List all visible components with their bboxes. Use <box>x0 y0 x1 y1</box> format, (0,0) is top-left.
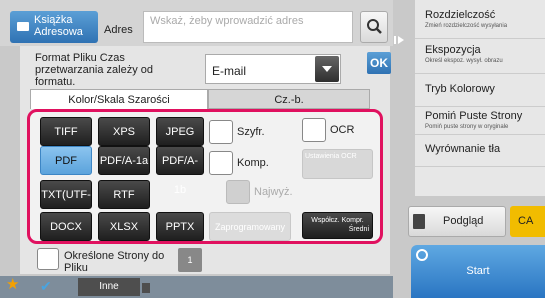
star-icon[interactable]: ★ <box>6 276 24 294</box>
ocr-label: OCR <box>330 124 355 136</box>
encrypt-checkbox[interactable] <box>209 120 233 144</box>
address-book-label: Książka Adresowa <box>34 14 83 38</box>
compression-ratio-button[interactable]: Współcz. Kompr. Średni <box>302 212 373 239</box>
format-pdfa1a-button[interactable]: PDF/A-1a <box>98 146 150 175</box>
address-book-icon <box>17 22 29 31</box>
ocr-settings-button[interactable]: Ustawienia OCR <box>302 149 373 179</box>
format-xlsx-button[interactable]: XLSX <box>98 212 150 241</box>
right-panel-item-resolution[interactable]: Rozdzielczość Zmień rozdzielczość wysyła… <box>425 9 545 30</box>
specified-pages-value[interactable]: 1 <box>178 248 202 272</box>
format-pptx-button[interactable]: PPTX <box>156 212 204 241</box>
format-docx-button[interactable]: DOCX <box>40 212 92 241</box>
highest-checkbox[interactable] <box>226 180 250 204</box>
format-xps-button[interactable]: XPS <box>98 117 150 146</box>
encrypt-label: Szyfr. <box>237 126 265 138</box>
file-format-value: E-mail <box>212 64 247 78</box>
format-tiff-button[interactable]: TIFF <box>40 117 92 146</box>
search-icon <box>367 19 382 34</box>
resolution-subtitle: Zmień rozdzielczość wysyłania <box>425 23 508 29</box>
check-icon[interactable]: ✔ <box>40 276 60 296</box>
preview-icon <box>413 214 425 229</box>
tab-black-white[interactable]: Cz.-b. <box>208 89 370 109</box>
compress-label: Komp. <box>237 157 269 169</box>
other-button[interactable]: Inne <box>78 278 140 296</box>
color-mode-title: Tryb Kolorowy <box>425 83 495 95</box>
resolution-title: Rozdzielczość <box>425 9 496 21</box>
separator-block <box>142 283 150 293</box>
skip-blank-title: Pomiń Puste Strony <box>425 110 523 122</box>
specified-pages-label: Określone Strony do Pliku <box>64 250 165 274</box>
collapse-panel-icon[interactable] <box>394 34 406 46</box>
divider <box>415 106 545 107</box>
address-input[interactable]: Wskaż, żeby wprowadzić adres <box>143 11 353 43</box>
format-pdfa1b-button[interactable]: PDF/A-1b <box>156 146 204 196</box>
format-txt-button[interactable]: TXT(UTF-8) <box>40 180 92 230</box>
format-jpeg-button[interactable]: JPEG <box>156 117 204 146</box>
ok-button[interactable]: OK <box>367 52 391 74</box>
compress-checkbox[interactable] <box>209 151 233 175</box>
chevron-down-icon[interactable] <box>315 56 339 82</box>
start-icon <box>416 249 428 261</box>
start-button[interactable]: Start <box>411 245 545 298</box>
format-pdf-button[interactable]: PDF <box>40 146 92 175</box>
right-panel-item-background[interactable]: Wyrównanie tła <box>425 143 545 156</box>
background-title: Wyrównanie tła <box>425 143 501 155</box>
address-book-button[interactable]: Książka Adresowa <box>10 11 98 43</box>
right-panel-item-color-mode[interactable]: Tryb Kolorowy <box>425 83 545 96</box>
right-panel-item-exposure[interactable]: Ekspozycja Określ ekspoz. wysył. obrazu <box>425 44 545 65</box>
skip-blank-subtitle: Pomiń puste strony w oryginale <box>425 124 509 130</box>
ocr-checkbox[interactable] <box>302 118 326 142</box>
search-button[interactable] <box>360 11 388 43</box>
address-label: Adres <box>104 24 133 36</box>
highest-label: Najwyż. <box>254 186 293 198</box>
exposure-subtitle: Określ ekspoz. wysył. obrazu <box>425 58 503 64</box>
divider <box>415 166 545 167</box>
divider <box>415 134 545 135</box>
format-rtf-button[interactable]: RTF <box>98 180 150 209</box>
specified-pages-checkbox[interactable] <box>37 248 59 270</box>
tab-color-grayscale[interactable]: Kolor/Skala Szarości <box>30 89 208 109</box>
file-format-label: Format Pliku Czas przetwarzania zależy o… <box>35 52 154 88</box>
divider <box>415 38 545 39</box>
divider <box>415 73 545 74</box>
exposure-title: Ekspozycja <box>425 44 481 56</box>
ca-button[interactable]: CA <box>510 206 545 237</box>
programmed-button[interactable]: Zaprogramowany <box>209 212 291 241</box>
right-panel-item-skip-blank[interactable]: Pomiń Puste Strony Pomiń puste strony w … <box>425 110 545 131</box>
compression-ratio-value: Średni <box>348 226 369 233</box>
compression-ratio-label: Współcz. Kompr. <box>311 217 364 224</box>
